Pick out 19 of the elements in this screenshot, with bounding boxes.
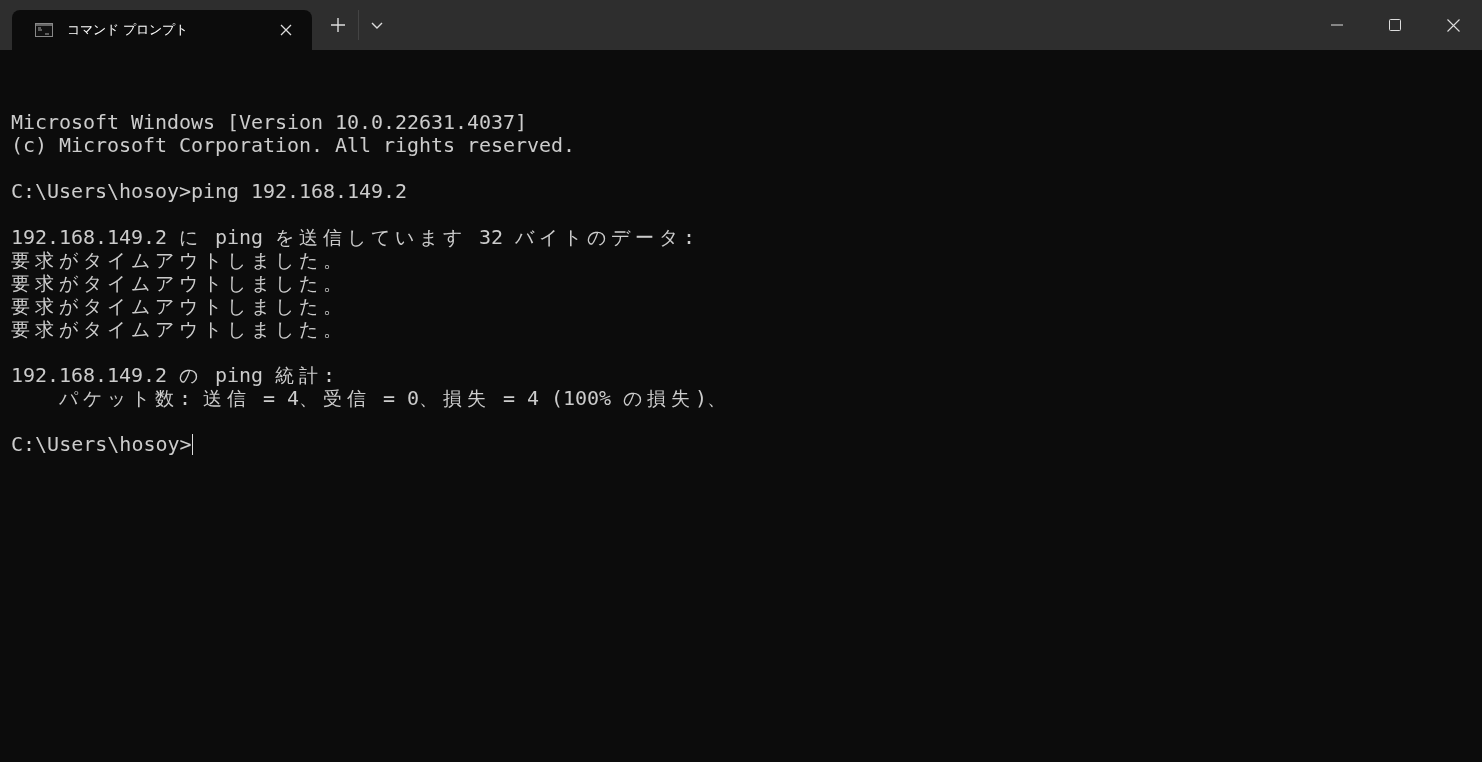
close-tab-icon[interactable] bbox=[280, 24, 292, 36]
terminal-line: Microsoft Windows [Version 10.0.22631.4037] bbox=[11, 111, 527, 134]
terminal-line: 要求がタイムアウトしました。 bbox=[11, 318, 343, 341]
terminal-icon bbox=[35, 23, 53, 37]
terminal-line: 要求がタイムアウトしました。 bbox=[11, 272, 343, 295]
terminal-line: 192.168.149.2 に ping を送信しています 32 バイトのデータ: bbox=[11, 226, 695, 249]
terminal-prompt: C:\Users\hosoy> bbox=[11, 433, 192, 456]
new-tab-icon[interactable] bbox=[331, 18, 345, 32]
terminal-line: 要求がタイムアウトしました。 bbox=[11, 295, 343, 318]
tab-title: コマンド プロンプト bbox=[67, 21, 190, 39]
close-icon[interactable] bbox=[1447, 18, 1460, 32]
tab[interactable]: コマンド プロンプト bbox=[12, 10, 312, 50]
terminal-line: C:\Users\hosoy>ping 192.168.149.2 bbox=[11, 180, 407, 203]
terminal-line: 192.168.149.2 の ping 統計: bbox=[11, 364, 335, 387]
maximize-icon[interactable] bbox=[1389, 19, 1401, 31]
terminal-line: 要求がタイムアウトしました。 bbox=[11, 249, 343, 272]
caret-icon[interactable] bbox=[371, 21, 383, 29]
terminal-line: パケット数: 送信 = 4、受信 = 0、損失 = 4 (100% の損失)、 bbox=[58, 387, 727, 410]
terminal-line: (c) Microsoft Corporation. All rights reserved. bbox=[11, 134, 575, 157]
